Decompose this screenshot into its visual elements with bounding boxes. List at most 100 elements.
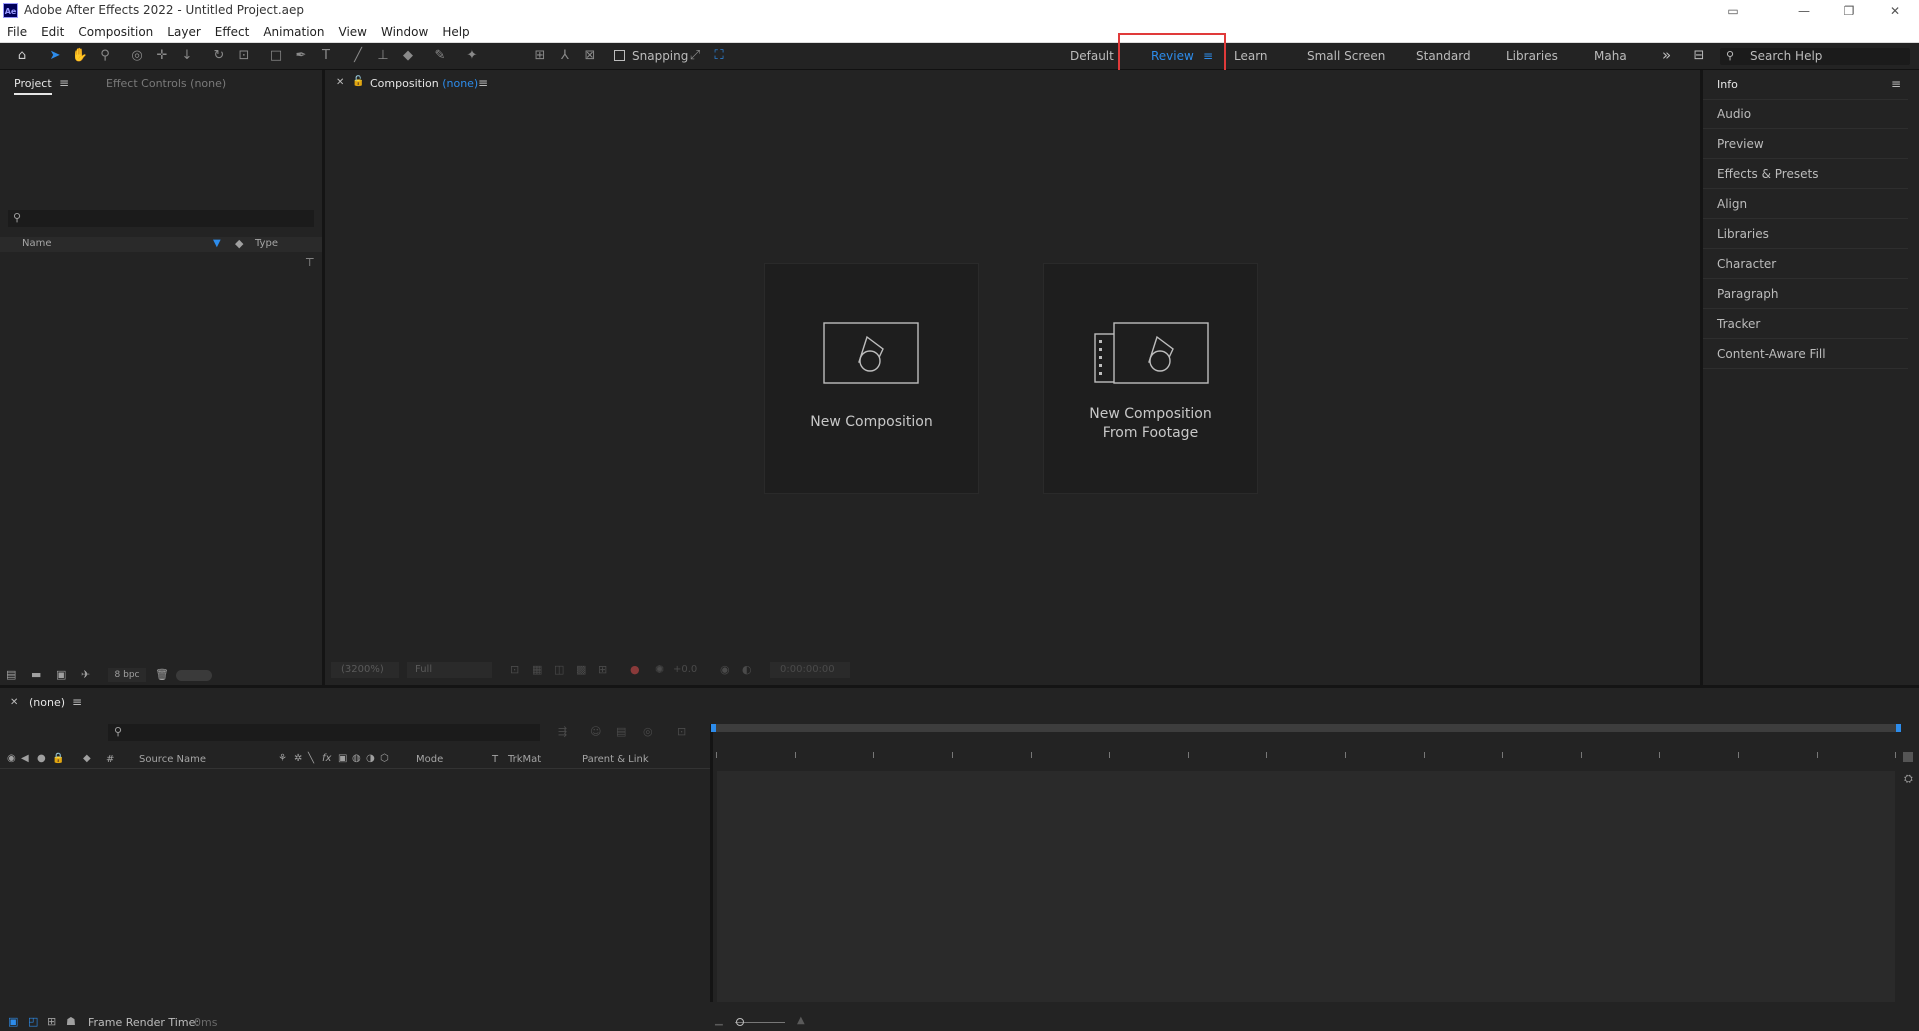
search-help-field[interactable]: ⚲ Search Help [1720, 48, 1910, 65]
zoom-tool-icon[interactable]: ⚲ [96, 47, 114, 65]
audio-icon[interactable]: ◀ [21, 753, 29, 764]
roto-brush-icon[interactable]: ✎ [431, 47, 449, 65]
project-menu-icon[interactable]: ≡ [59, 76, 69, 90]
time-navigator[interactable] [711, 724, 1901, 732]
shy-switch-icon[interactable]: ⚘ [278, 753, 287, 764]
panel-preview[interactable]: Preview [1703, 130, 1908, 159]
exposure-value[interactable]: +0.0 [673, 664, 697, 675]
render-time-icon[interactable]: ☗ [66, 1015, 76, 1028]
region-of-interest-icon[interactable]: ⊡ [510, 663, 519, 676]
grid-guides-icon[interactable]: ▩ [576, 663, 586, 676]
restore-button[interactable]: ❐ [1840, 2, 1858, 20]
minimize-button[interactable]: — [1795, 2, 1813, 20]
column-source-name[interactable]: Source Name [139, 754, 206, 765]
navigator-start-handle[interactable] [711, 724, 716, 732]
color-channel-icon[interactable]: ● [630, 663, 640, 676]
render-queue-icon[interactable]: ✈ [81, 668, 90, 681]
menu-layer[interactable]: Layer [160, 22, 207, 42]
tab-composition[interactable]: Composition (none) [370, 77, 478, 90]
workspace-standard[interactable]: Standard [1416, 49, 1471, 63]
lock-column-icon[interactable]: 🔒 [52, 753, 64, 764]
video-eye-icon[interactable]: ◉ [7, 753, 16, 764]
type-tool-icon[interactable]: T [317, 47, 335, 65]
frame-blending-icon[interactable]: ▤ [616, 725, 626, 738]
workspace-small-screen[interactable]: Small Screen [1307, 49, 1385, 63]
work-area-end-marker[interactable] [1903, 752, 1913, 762]
panel-paragraph[interactable]: Paragraph [1703, 280, 1908, 309]
trash-icon[interactable]: 🗑 [155, 668, 169, 681]
shy-layers-icon[interactable]: ☺ [590, 725, 601, 738]
resolution-dropdown[interactable]: Full [407, 662, 492, 678]
snapshot-icon[interactable]: ◉ [720, 663, 730, 676]
hand-tool-icon[interactable]: ✋ [71, 47, 89, 65]
tab-timeline[interactable]: (none) [29, 696, 65, 709]
transparency-grid-icon[interactable]: ▦ [532, 663, 542, 676]
menu-edit[interactable]: Edit [34, 22, 71, 42]
motion-blur-switch-icon[interactable]: ◍ [352, 753, 361, 764]
tab-effect-controls[interactable]: Effect Controls (none) [106, 77, 226, 90]
column-type[interactable]: Type [255, 238, 278, 249]
rotate-tool-icon[interactable]: ↻ [210, 47, 228, 65]
info-menu-icon[interactable]: ≡ [1891, 77, 1901, 91]
timeline-track-area[interactable] [717, 771, 1895, 1002]
panel-character[interactable]: Character [1703, 250, 1908, 279]
panel-align[interactable]: Align [1703, 190, 1908, 219]
workspace-default[interactable]: Default [1070, 49, 1114, 63]
column-t[interactable]: T [492, 754, 498, 765]
timeline-menu-icon[interactable]: ≡ [72, 695, 82, 709]
close-tab-icon[interactable]: ✕ [336, 77, 344, 88]
menu-help[interactable]: Help [435, 22, 476, 42]
navigator-end-handle[interactable] [1896, 724, 1901, 732]
panel-tracker[interactable]: Tracker [1703, 310, 1908, 339]
column-trkmat[interactable]: TrkMat [508, 754, 541, 765]
tab-info[interactable]: Info [1717, 78, 1738, 91]
composition-menu-icon[interactable]: ≡ [478, 76, 488, 90]
close-timeline-icon[interactable]: ✕ [10, 697, 18, 708]
layer-switches-icon[interactable]: ▣ [8, 1015, 18, 1028]
frame-blend-switch-icon[interactable]: ▣ [338, 753, 347, 764]
timeline-search-input[interactable]: ⚲ [108, 724, 540, 741]
workspace-maha[interactable]: Maha [1594, 49, 1627, 63]
new-folder-icon[interactable]: ▬ [31, 668, 41, 681]
menu-animation[interactable]: Animation [256, 22, 331, 42]
column-name[interactable]: Name [22, 238, 52, 249]
menu-window[interactable]: Window [374, 22, 435, 42]
axis-local-icon[interactable]: ⊞ [531, 47, 549, 65]
label-tag-icon[interactable]: ◆ [235, 237, 243, 250]
zoom-in-icon[interactable]: ▲ [797, 1015, 805, 1026]
adjustment-switch-icon[interactable]: ◑ [366, 753, 375, 764]
rectangle-tool-icon[interactable]: □ [267, 47, 285, 65]
exposure-icon[interactable]: ✺ [655, 663, 664, 676]
bpc-button[interactable]: 8 bpc [108, 668, 146, 682]
in-out-icon[interactable]: ⊞ [47, 1015, 56, 1028]
orbit-tool-icon[interactable]: ◎ [128, 47, 146, 65]
puppet-tool-icon[interactable]: ✦ [463, 47, 481, 65]
menu-effect[interactable]: Effect [208, 22, 257, 42]
sort-arrow-icon[interactable]: ▼ [213, 238, 221, 249]
workspace-overflow-icon[interactable]: » [1662, 46, 1671, 64]
time-ruler[interactable] [713, 748, 1899, 760]
menu-composition[interactable]: Composition [71, 22, 160, 42]
interpret-footage-icon[interactable]: ▤ [6, 668, 16, 681]
panel-audio[interactable]: Audio [1703, 100, 1908, 129]
new-composition-icon[interactable]: ▣ [56, 668, 66, 681]
timecode-display[interactable]: 0:00:00:00 [770, 662, 850, 678]
flowchart-icon[interactable]: ⊤ [305, 256, 315, 269]
snap-edges-icon[interactable]: ⤢ [686, 47, 704, 65]
solo-icon[interactable]: ● [37, 753, 46, 764]
transfer-controls-icon[interactable]: ◰ [28, 1015, 38, 1028]
new-composition-from-footage-card[interactable]: New Composition From Footage [1043, 263, 1258, 494]
label-icon[interactable]: ◆ [83, 753, 91, 764]
3d-layer-switch-icon[interactable]: ⬡ [380, 753, 389, 764]
tab-project[interactable]: Project [14, 77, 52, 95]
zoom-out-icon[interactable]: ▁ [715, 1015, 723, 1026]
column-parent-link[interactable]: Parent & Link [582, 754, 649, 765]
collapse-switch-icon[interactable]: ✲ [294, 753, 302, 764]
panel-content-aware-fill[interactable]: Content-Aware Fill [1703, 340, 1908, 369]
stamp-tool-icon[interactable]: ⊥ [374, 47, 392, 65]
quality-switch-icon[interactable]: ╲ [308, 753, 314, 764]
panel-libraries[interactable]: Libraries [1703, 220, 1908, 249]
zoom-dropdown[interactable]: (3200%) [331, 662, 399, 678]
workspace-libraries[interactable]: Libraries [1506, 49, 1558, 63]
pan-tool-icon[interactable]: ✛ [153, 47, 171, 65]
